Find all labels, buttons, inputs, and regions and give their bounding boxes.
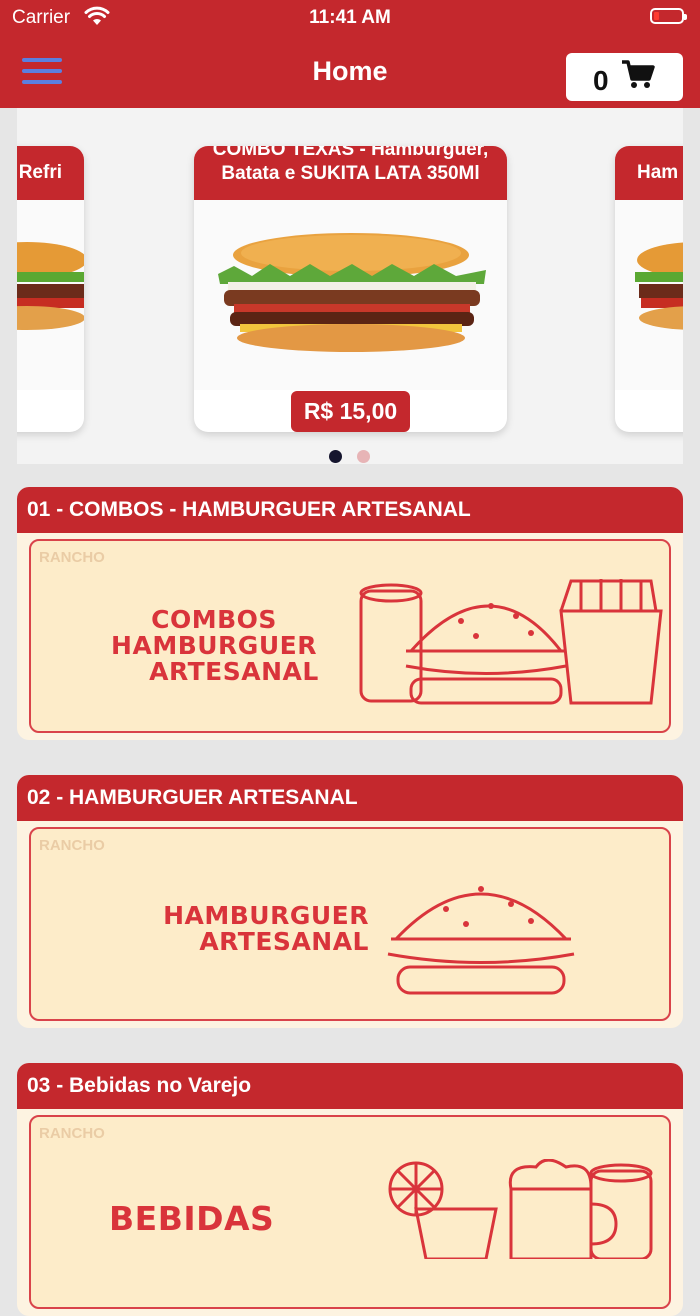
featured-carousel[interactable]: Refri COMBO TEXAS - Hambúrguer, Batata e… (17, 108, 683, 464)
clock: 11:41 AM (309, 7, 391, 28)
battery-icon (650, 8, 687, 24)
product-image (17, 200, 84, 390)
card-title: Ham (637, 162, 679, 183)
cart-icon (622, 60, 655, 88)
carousel-card-active[interactable]: COMBO TEXAS - Hambúrguer, Batata e SUKIT… (194, 146, 507, 432)
category-title: 01 - COMBOS - HAMBURGUER ARTESANAL (17, 487, 683, 533)
status-bar: Carrier 11:41 AM (0, 0, 700, 36)
combo-illustration (359, 579, 663, 705)
banner-line: COMBOS (151, 605, 277, 634)
banner-line: HAMBURGUER (111, 631, 317, 660)
rancho-logo: RANCHO (39, 549, 105, 566)
category-banner: RANCHO HAMBURGUER ARTESANAL (29, 827, 671, 1021)
page-title: Home (312, 56, 388, 86)
category-banner: RANCHO COMBOS HAMBURGUER ARTESANAL (29, 539, 671, 733)
banner-line: ARTESANAL (199, 927, 369, 956)
category-combos[interactable]: 01 - COMBOS - HAMBURGUER ARTESANAL RANCH… (17, 487, 683, 740)
carousel-dot-2[interactable] (357, 450, 370, 463)
product-price: R$ 15,00 (291, 391, 410, 432)
banner-line: BEBIDAS (109, 1199, 275, 1238)
rancho-logo: RANCHO (39, 1125, 105, 1142)
category-banner: RANCHO BEBIDAS (29, 1115, 671, 1309)
card-title: COMBO TEXAS - Hambúrguer, Batata e SUKIT… (212, 146, 489, 184)
app-header: Carrier 11:41 AM Home 0 (0, 0, 700, 108)
category-hamburguer[interactable]: 02 - HAMBURGUER ARTESANAL RANCHO HAMBURG… (17, 775, 683, 1028)
drinks-illustration (388, 1159, 653, 1259)
rancho-logo: RANCHO (39, 837, 105, 854)
menu-icon[interactable] (22, 58, 62, 86)
category-title: 02 - HAMBURGUER ARTESANAL (17, 775, 683, 821)
product-image (615, 200, 683, 390)
cart-count: 0 (593, 65, 609, 96)
carousel-card-prev[interactable]: Refri (17, 146, 84, 432)
carousel-dot-1[interactable] (329, 450, 342, 463)
cart-button[interactable]: 0 (566, 53, 683, 101)
banner-line: ARTESANAL (149, 657, 319, 686)
banner-line: HAMBURGUER (163, 901, 369, 930)
carousel-card-next[interactable]: Ham (615, 146, 683, 432)
product-image (194, 200, 507, 390)
burger-illustration (387, 886, 575, 995)
category-bebidas[interactable]: 03 - Bebidas no Varejo RANCHO BEBIDAS (17, 1063, 683, 1316)
card-title: Refri (18, 162, 62, 183)
category-title: 03 - Bebidas no Varejo (17, 1063, 683, 1109)
